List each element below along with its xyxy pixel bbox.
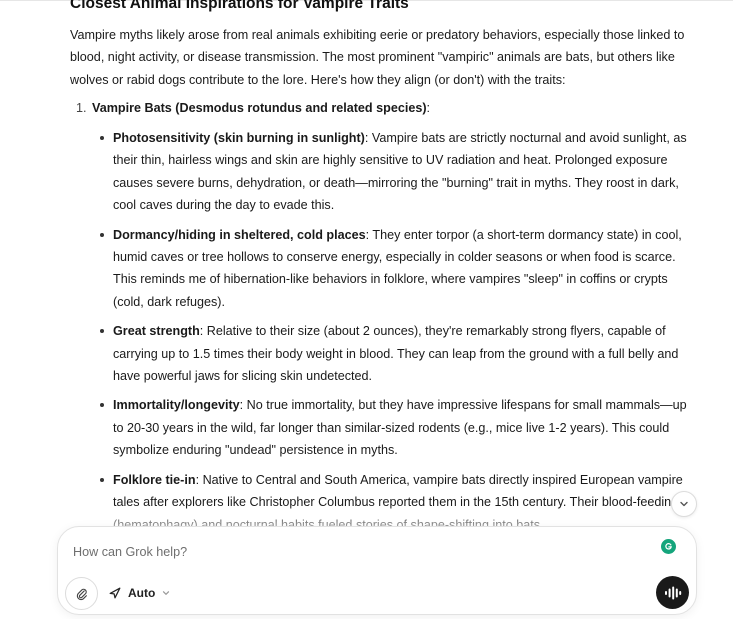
bullet-title: Great strength: [113, 324, 200, 339]
section-heading: Closest Animal Inspirations for Vampire …: [70, 0, 409, 12]
scroll-to-bottom-button[interactable]: [671, 491, 697, 517]
bullet-title: Dormancy/hiding in sheltered, cold place…: [113, 227, 366, 242]
grammarly-g-glyph: [665, 543, 672, 550]
grammarly-icon[interactable]: [661, 539, 676, 554]
chat-composer: Auto: [57, 526, 697, 615]
list-item: Photosensitivity (skin burning in sunlig…: [100, 127, 688, 217]
rocket-icon: [109, 587, 121, 599]
trait-list: Photosensitivity (skin burning in sunlig…: [100, 127, 688, 543]
list-item: Great strength: Relative to their size (…: [100, 320, 688, 387]
item-title-suffix: :: [426, 101, 431, 115]
chevron-down-icon: [163, 591, 170, 595]
list-item: Immortality/longevity: No true immortali…: [100, 394, 688, 461]
numbered-item-1: 1. Vampire Bats (Desmodus rotundus and re…: [76, 97, 430, 119]
model-selector[interactable]: Auto: [108, 582, 171, 604]
paperclip-icon: [76, 588, 87, 600]
model-label: Auto: [128, 586, 156, 600]
list-item: Dormancy/hiding in sheltered, cold place…: [100, 224, 688, 314]
prompt-input[interactable]: [73, 541, 633, 563]
attach-button[interactable]: [65, 577, 98, 610]
bullet-title: Folklore tie-in: [113, 472, 196, 487]
voice-waveform-icon: [664, 586, 681, 599]
voice-mode-button[interactable]: [656, 576, 689, 609]
bullet-title: Immortality/longevity: [113, 398, 240, 413]
intro-paragraph: Vampire myths likely arose from real ani…: [70, 28, 685, 87]
item-title: Vampire Bats (Desmodus rotundus and rela…: [92, 101, 427, 115]
item-number: 1.: [76, 101, 87, 115]
chevron-down-icon: [680, 501, 688, 507]
bullet-title: Photosensitivity (skin burning in sunlig…: [113, 131, 365, 145]
